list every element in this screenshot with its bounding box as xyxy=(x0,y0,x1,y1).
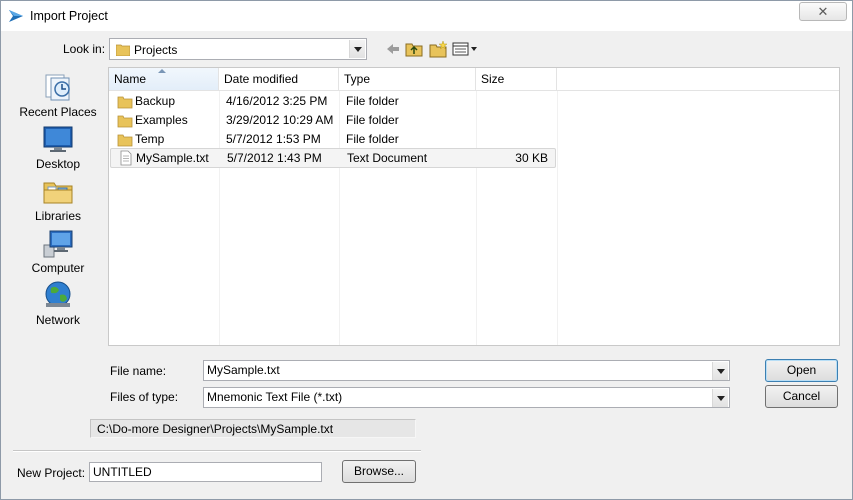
file-date: 5/7/2012 1:43 PM xyxy=(227,151,322,165)
folder-icon xyxy=(117,96,133,109)
new-folder-icon[interactable] xyxy=(428,40,448,58)
column-divider xyxy=(557,91,558,345)
place-computer[interactable]: Computer xyxy=(15,227,101,275)
file-date: 3/29/2012 10:29 AM xyxy=(226,113,334,127)
cancel-button[interactable]: Cancel xyxy=(765,385,838,408)
file-name: Examples xyxy=(135,113,188,127)
new-project-input[interactable]: UNTITLED xyxy=(89,462,322,482)
view-menu-icon[interactable] xyxy=(452,40,478,58)
folder-icon xyxy=(117,115,133,128)
column-header-date[interactable]: Date modified xyxy=(219,68,339,91)
file-name: MySample.txt xyxy=(136,151,209,165)
column-header-label: Date modified xyxy=(224,72,299,86)
import-project-dialog: Import Project ✕ Look in: Projects Recen… xyxy=(0,0,853,500)
open-button[interactable]: Open xyxy=(765,359,838,382)
place-recent-places[interactable]: Recent Places xyxy=(15,71,101,119)
file-type: File folder xyxy=(346,94,399,108)
file-date: 5/7/2012 1:53 PM xyxy=(226,132,321,146)
file-type: File folder xyxy=(346,132,399,146)
app-logo-icon xyxy=(9,10,23,22)
file-type-label: Files of type: xyxy=(110,390,179,404)
place-label: Recent Places xyxy=(19,105,97,119)
column-header-name[interactable]: Name xyxy=(109,68,219,91)
look-in-label: Look in: xyxy=(63,42,106,56)
file-name: Backup xyxy=(135,94,176,108)
look-in-value: Projects xyxy=(134,43,178,57)
place-libraries[interactable]: Libraries xyxy=(15,175,101,223)
new-project-label: New Project: xyxy=(17,466,86,480)
window-title: Import Project xyxy=(30,9,108,23)
column-header-empty xyxy=(557,68,839,91)
computer-icon xyxy=(43,230,73,258)
file-name: Temp xyxy=(135,132,165,146)
place-label: Libraries xyxy=(34,209,82,223)
desktop-icon xyxy=(43,126,73,152)
file-type-value: Mnemonic Text File (*.txt) xyxy=(207,390,343,404)
folder-icon xyxy=(117,134,133,147)
file-row-selected[interactable]: MySample.txt 5/7/2012 1:43 PM Text Docum… xyxy=(110,148,556,168)
file-type: File folder xyxy=(346,113,399,127)
place-label: Desktop xyxy=(35,157,81,171)
column-header-label: Type xyxy=(344,72,371,86)
file-row[interactable]: Examples 3/29/2012 10:29 AM File folder xyxy=(110,111,556,130)
title-bar: Import Project ✕ xyxy=(1,1,852,31)
file-row[interactable]: Temp 5/7/2012 1:53 PM File folder xyxy=(110,130,556,149)
place-label: Network xyxy=(35,313,80,327)
back-arrow-icon[interactable] xyxy=(383,40,403,58)
close-button[interactable]: ✕ xyxy=(799,2,847,21)
place-desktop[interactable]: Desktop xyxy=(15,123,101,171)
up-folder-icon[interactable] xyxy=(404,40,424,58)
place-network[interactable]: Network xyxy=(15,279,101,327)
look-in-dropdown[interactable]: Projects xyxy=(109,38,367,60)
chevron-down-icon[interactable] xyxy=(712,389,728,407)
chevron-down-icon[interactable] xyxy=(349,40,365,58)
sort-ascending-icon xyxy=(158,69,166,73)
file-date: 4/16/2012 3:25 PM xyxy=(226,94,328,108)
file-name-combo[interactable]: MySample.txt xyxy=(203,360,730,381)
column-header-label: Name xyxy=(114,72,147,86)
divider xyxy=(13,450,421,452)
libraries-icon xyxy=(43,182,73,204)
selected-path: C:\Do-more Designer\Projects\MySample.tx… xyxy=(90,419,416,438)
chevron-down-icon[interactable] xyxy=(712,362,728,380)
folder-icon xyxy=(116,44,130,56)
column-header-label: Size xyxy=(481,72,505,86)
file-list[interactable]: Name Date modified Type Size Backup 4/16… xyxy=(108,67,840,346)
column-header-type[interactable]: Type xyxy=(339,68,476,91)
file-name-value: MySample.txt xyxy=(207,363,280,377)
file-row[interactable]: Backup 4/16/2012 3:25 PM File folder xyxy=(110,92,556,111)
file-name-label: File name: xyxy=(110,364,167,378)
recent-places-icon xyxy=(45,74,70,101)
text-document-icon xyxy=(120,150,132,166)
browse-button[interactable]: Browse... xyxy=(342,460,416,483)
place-label: Computer xyxy=(31,261,85,275)
file-type-select[interactable]: Mnemonic Text File (*.txt) xyxy=(203,387,730,408)
column-header-size[interactable]: Size xyxy=(476,68,557,91)
file-size: 30 KB xyxy=(515,151,548,165)
file-type: Text Document xyxy=(347,151,428,165)
network-icon xyxy=(45,281,71,307)
